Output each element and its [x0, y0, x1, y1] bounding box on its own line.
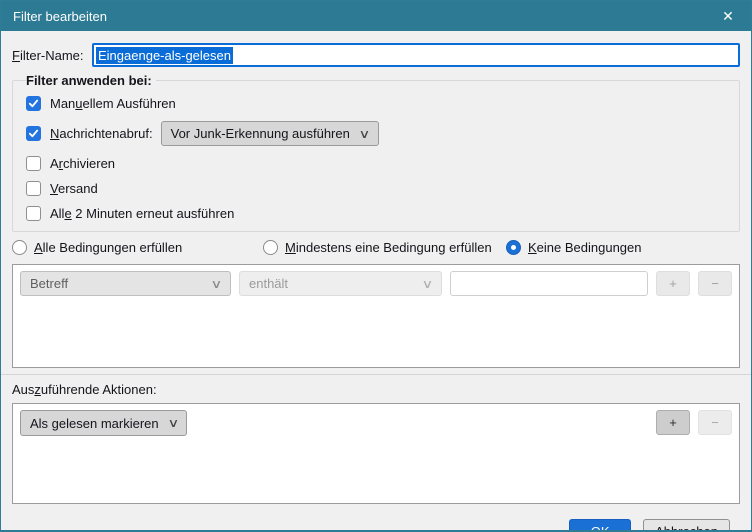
condition-value-input[interactable]	[450, 271, 648, 296]
manual-run-checkbox[interactable]	[26, 96, 41, 111]
getting-mail-row: Nachrichtenabruf: Vor Junk-Erkennung aus…	[26, 121, 731, 146]
label-accesskey: K	[528, 240, 537, 255]
edit-filter-dialog: Filter bearbeiten ✕ Filter-Name: Eingaen…	[0, 0, 752, 532]
manual-run-row: Manuellem Ausführen	[26, 96, 731, 111]
condition-attribute-value: Betreff	[30, 276, 69, 291]
chevron-down-icon: ∨	[167, 416, 179, 430]
periodic-checkbox[interactable]	[26, 206, 41, 221]
close-button[interactable]: ✕	[705, 1, 751, 31]
getting-mail-checkbox[interactable]	[26, 126, 41, 141]
label-accesskey: e	[64, 206, 72, 221]
label-accesskey: u	[75, 96, 83, 111]
apply-when-legend: Filter anwenden bei:	[26, 73, 152, 88]
ok-button[interactable]: OK	[569, 519, 632, 530]
label-accesskey: A	[34, 240, 43, 255]
radio-icon	[12, 240, 27, 255]
action-buttons: + −	[656, 410, 732, 435]
condition-operator-dropdown[interactable]: enthält ∨	[239, 271, 442, 296]
apply-when-group: Filter anwenden bei: Manuellem Ausführen…	[12, 73, 740, 232]
radio-selected-icon	[506, 240, 521, 255]
chevron-down-icon: ∨	[358, 126, 371, 141]
periodic-label: Alle 2 Minuten erneut ausführen	[50, 206, 234, 221]
chevron-down-icon: ∨	[210, 276, 223, 291]
radio-match-any[interactable]: Mindestens eine Bedingung erfüllen	[263, 240, 506, 255]
condition-operator-value: enthält	[249, 276, 289, 291]
label-pre: A	[50, 156, 59, 171]
label-pre: Aus	[12, 382, 35, 397]
label-pre: Man	[50, 96, 76, 111]
label-accesskey: N	[50, 126, 60, 141]
titlebar: Filter bearbeiten ✕	[1, 1, 751, 31]
close-icon: ✕	[722, 7, 734, 24]
action-add-button[interactable]: +	[656, 410, 690, 435]
checkmark-icon	[28, 129, 39, 138]
junk-timing-dropdown[interactable]: Vor Junk-Erkennung ausführen ∨	[160, 121, 379, 146]
action-dropdown[interactable]: Als gelesen markieren ∨	[20, 410, 188, 436]
archiving-row: Archivieren	[26, 156, 731, 171]
radio-match-any-label: Mindestens eine Bedingung erfüllen	[285, 240, 492, 255]
radio-match-none-label: Keine Bedingungen	[528, 240, 642, 255]
sending-label: Versand	[50, 181, 98, 196]
condition-remove-button[interactable]: −	[698, 271, 732, 296]
dialog-footer: OK Abbrechen	[12, 519, 740, 530]
actions-label: Auszuführende Aktionen:	[12, 382, 740, 397]
manual-run-label: Manuellem Ausführen	[50, 96, 176, 111]
getting-mail-label: Nachrichtenabruf:	[50, 126, 153, 141]
radio-match-all-label: Alle Bedingungen erfüllen	[34, 240, 182, 255]
junk-timing-value: Vor Junk-Erkennung ausführen	[170, 126, 350, 141]
filter-name-accesskey: F	[12, 47, 20, 63]
archiving-label: Archivieren	[50, 156, 115, 171]
filter-name-row: Filter-Name: Eingaenge-als-gelesen	[12, 43, 740, 67]
label-accesskey: M	[285, 240, 296, 255]
dialog-content: Filter-Name: Eingaenge-als-gelesen Filte…	[1, 43, 751, 530]
label-accesskey: V	[50, 181, 58, 196]
condition-attribute-dropdown[interactable]: Betreff ∨	[20, 271, 231, 296]
label-post: chivieren	[63, 156, 116, 171]
match-mode-row: Alle Bedingungen erfüllen Mindestens ein…	[12, 240, 740, 255]
action-value: Als gelesen markieren	[30, 415, 159, 431]
filter-name-label-text: ilter-Name:	[19, 47, 84, 63]
label-post: 2 Minuten erneut ausführen	[71, 206, 235, 221]
label-pre: All	[50, 206, 65, 221]
conditions-list: Betreff ∨ enthält ∨ + −	[12, 264, 740, 368]
label-post: indestens eine Bedingung erfüllen	[295, 240, 492, 255]
chevron-down-icon: ∨	[421, 276, 434, 291]
action-remove-button[interactable]: −	[698, 410, 732, 435]
sending-checkbox[interactable]	[26, 181, 41, 196]
sending-row: Versand	[26, 181, 731, 196]
label-post: eine Bedingungen	[536, 240, 642, 255]
periodic-row: Alle 2 Minuten erneut ausführen	[26, 206, 731, 221]
label-post: ellem Ausführen	[82, 96, 176, 111]
window-title: Filter bearbeiten	[13, 8, 107, 24]
radio-icon	[263, 240, 278, 255]
filter-name-value-selected: Eingaenge-als-gelesen	[96, 46, 233, 64]
cancel-button[interactable]: Abbrechen	[643, 519, 730, 530]
label-post: achrichtenabruf:	[59, 126, 153, 141]
radio-match-all[interactable]: Alle Bedingungen erfüllen	[12, 240, 263, 255]
label-post: ersand	[57, 181, 98, 196]
filter-name-label: Filter-Name:	[12, 48, 92, 63]
archiving-checkbox[interactable]	[26, 156, 41, 171]
label-post: uführende Aktionen:	[40, 382, 157, 397]
filter-name-input[interactable]: Eingaenge-als-gelesen	[92, 43, 740, 67]
condition-add-button[interactable]: +	[656, 271, 690, 296]
label-post: lle Bedingungen erfüllen	[42, 240, 183, 255]
checkmark-icon	[28, 99, 39, 108]
radio-match-none[interactable]: Keine Bedingungen	[506, 240, 642, 255]
actions-list: Als gelesen markieren ∨ + −	[12, 403, 740, 504]
section-separator	[1, 374, 751, 375]
